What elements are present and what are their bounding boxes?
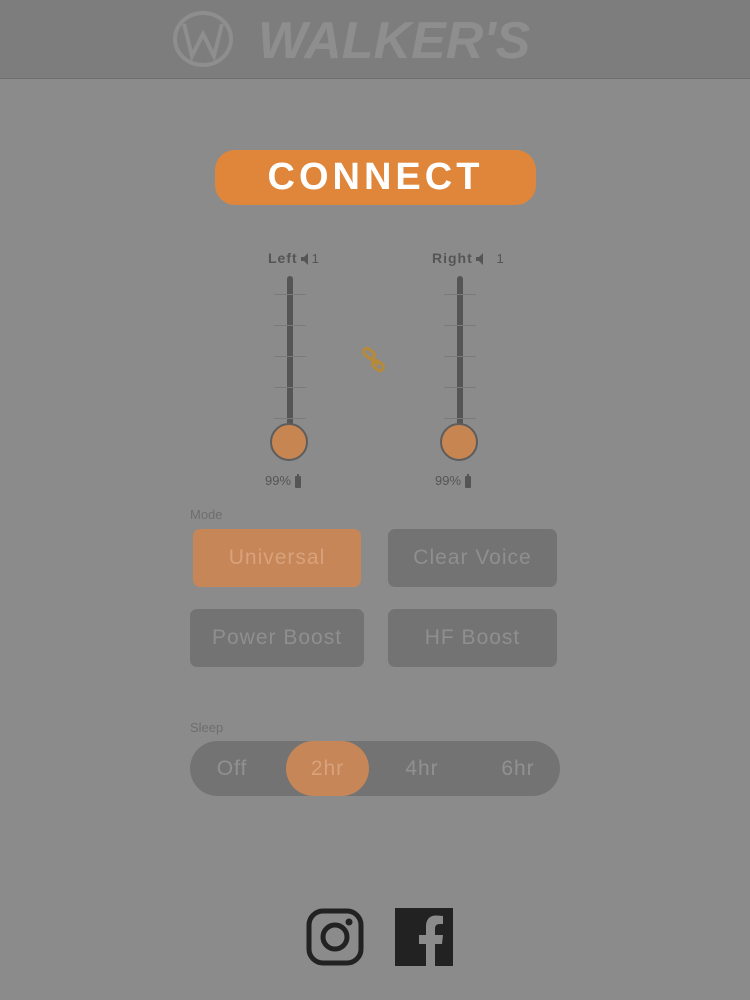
right-slider-knob[interactable] (440, 423, 478, 461)
left-channel-number: 1 (311, 251, 320, 266)
link-chain-icon (362, 346, 385, 373)
slider-tick (274, 418, 306, 419)
right-channel-label: Right (432, 250, 473, 266)
slider-tick (444, 356, 476, 357)
left-battery-level: 99% (265, 473, 292, 488)
mode-clear-voice-button[interactable]: Clear Voice (388, 529, 557, 587)
sleep-selector: Off 2hr 4hr 6hr (190, 741, 560, 796)
left-battery: 99% (265, 473, 302, 488)
slider-tick (444, 294, 476, 295)
sleep-option-4hr[interactable]: 4hr (380, 741, 464, 796)
sleep-label: Sleep (190, 720, 224, 735)
sleep-option-off[interactable]: Off (190, 741, 274, 796)
instagram-icon[interactable] (306, 908, 364, 966)
right-battery: 99% (435, 473, 472, 488)
slider-tick (274, 356, 306, 357)
connect-button[interactable]: CONNECT (215, 150, 536, 205)
left-channel-header: Left 1 (268, 250, 320, 266)
brand-name: WALKER'S (258, 12, 531, 70)
slider-tick (444, 325, 476, 326)
mode-label: Mode (190, 507, 223, 522)
battery-icon (295, 473, 302, 488)
slider-tick (274, 325, 306, 326)
right-channel-number: 1 (496, 251, 505, 266)
slider-tick (444, 387, 476, 388)
speaker-icon (475, 253, 483, 266)
right-channel-header: Right 1 (432, 250, 505, 266)
walkers-logo: WALKER'S (173, 11, 531, 70)
slider-tick (274, 387, 306, 388)
mode-universal-button[interactable]: Universal (193, 529, 361, 587)
left-slider-knob[interactable] (270, 423, 308, 461)
battery-icon (465, 473, 472, 488)
left-volume-slider[interactable] (260, 276, 320, 476)
left-channel-label: Left (268, 250, 298, 266)
facebook-icon[interactable] (395, 908, 453, 966)
slider-tick (274, 294, 306, 295)
right-volume-slider[interactable] (430, 276, 490, 476)
speaker-icon (300, 253, 308, 266)
mode-hf-boost-button[interactable]: HF Boost (388, 609, 557, 667)
mode-power-boost-button[interactable]: Power Boost (190, 609, 364, 667)
sleep-option-2hr[interactable]: 2hr (286, 741, 369, 796)
right-battery-level: 99% (435, 473, 462, 488)
sleep-option-6hr[interactable]: 6hr (476, 741, 560, 796)
app-header: WALKER'S (0, 0, 750, 79)
slider-tick (444, 418, 476, 419)
